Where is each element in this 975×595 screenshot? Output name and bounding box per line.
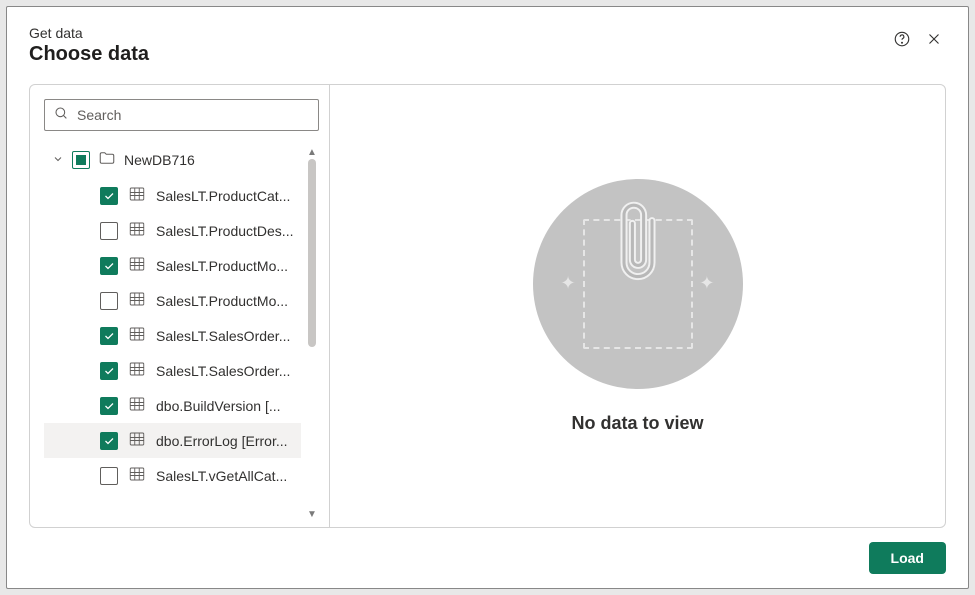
table-label: dbo.BuildVersion [...: [156, 398, 281, 414]
help-icon[interactable]: [890, 27, 914, 51]
database-checkbox[interactable]: [72, 151, 90, 169]
table-checkbox[interactable]: [100, 222, 118, 240]
table-label: SalesLT.ProductDes...: [156, 223, 293, 239]
header-actions: [890, 27, 946, 51]
table-checkbox[interactable]: [100, 467, 118, 485]
table-icon: [128, 290, 146, 311]
table-icon: [128, 430, 146, 451]
get-data-dialog: Get data Choose data: [6, 6, 969, 589]
table-label: SalesLT.ProductMo...: [156, 258, 288, 274]
dialog-header: Get data Choose data: [29, 25, 946, 66]
tree-scroll-area: NewDB716 SalesLT.ProductCat...SalesLT.Pr…: [44, 145, 301, 521]
table-row[interactable]: dbo.ErrorLog [Error...: [44, 423, 301, 458]
table-label: SalesLT.SalesOrder...: [156, 328, 290, 344]
table-row[interactable]: SalesLT.SalesOrder...: [44, 318, 301, 353]
dialog-footer: Load: [29, 542, 946, 574]
table-icon: [128, 255, 146, 276]
sparkle-icon: ✦: [699, 273, 714, 294]
paperclip-icon: [610, 201, 666, 290]
table-checkbox[interactable]: [100, 432, 118, 450]
navigator-sidebar: NewDB716 SalesLT.ProductCat...SalesLT.Pr…: [30, 85, 330, 527]
table-icon: [128, 325, 146, 346]
database-node[interactable]: NewDB716: [44, 145, 301, 174]
scroll-up-icon[interactable]: ▲: [305, 145, 319, 159]
close-icon[interactable]: [922, 27, 946, 51]
table-label: dbo.ErrorLog [Error...: [156, 433, 288, 449]
table-checkbox[interactable]: [100, 397, 118, 415]
tree-scrollbar[interactable]: ▲ ▼: [305, 145, 319, 521]
chevron-down-icon[interactable]: [52, 152, 64, 168]
dialog-content: NewDB716 SalesLT.ProductCat...SalesLT.Pr…: [29, 84, 946, 528]
table-checkbox[interactable]: [100, 257, 118, 275]
search-box[interactable]: [44, 99, 319, 131]
table-row[interactable]: SalesLT.ProductCat...: [44, 178, 301, 213]
table-list: SalesLT.ProductCat... SalesLT.ProductDes.…: [44, 178, 301, 493]
table-label: SalesLT.ProductCat...: [156, 188, 290, 204]
table-label: SalesLT.vGetAllCat...: [156, 468, 287, 484]
table-row[interactable]: SalesLT.vGetAllCat...: [44, 458, 301, 493]
header-titles: Get data Choose data: [29, 25, 890, 66]
dialog-title: Choose data: [29, 43, 890, 66]
search-input[interactable]: [77, 107, 310, 123]
table-row[interactable]: dbo.BuildVersion [...: [44, 388, 301, 423]
scroll-track[interactable]: [308, 159, 316, 507]
table-label: SalesLT.SalesOrder...: [156, 363, 290, 379]
table-icon: [128, 185, 146, 206]
table-checkbox[interactable]: [100, 292, 118, 310]
empty-message: No data to view: [571, 413, 703, 434]
table-icon: [128, 220, 146, 241]
table-row[interactable]: SalesLT.ProductDes...: [44, 213, 301, 248]
table-label: SalesLT.ProductMo...: [156, 293, 288, 309]
empty-illustration: ✦ ✦: [533, 179, 743, 389]
table-row[interactable]: SalesLT.ProductMo...: [44, 283, 301, 318]
table-icon: [128, 465, 146, 486]
table-icon: [128, 395, 146, 416]
scroll-thumb[interactable]: [308, 159, 316, 347]
search-icon: [53, 105, 69, 126]
table-checkbox[interactable]: [100, 362, 118, 380]
table-checkbox[interactable]: [100, 327, 118, 345]
table-row[interactable]: SalesLT.ProductMo...: [44, 248, 301, 283]
table-row[interactable]: SalesLT.SalesOrder...: [44, 353, 301, 388]
dialog-subtitle: Get data: [29, 25, 890, 41]
sparkle-icon: ✦: [561, 273, 576, 294]
preview-pane: ✦ ✦ No data to view: [330, 85, 945, 527]
table-icon: [128, 360, 146, 381]
table-checkbox[interactable]: [100, 187, 118, 205]
database-label: NewDB716: [124, 152, 195, 168]
scroll-down-icon[interactable]: ▼: [305, 507, 319, 521]
load-button[interactable]: Load: [869, 542, 946, 574]
object-tree: NewDB716 SalesLT.ProductCat...SalesLT.Pr…: [44, 145, 319, 521]
database-icon: [98, 149, 116, 170]
